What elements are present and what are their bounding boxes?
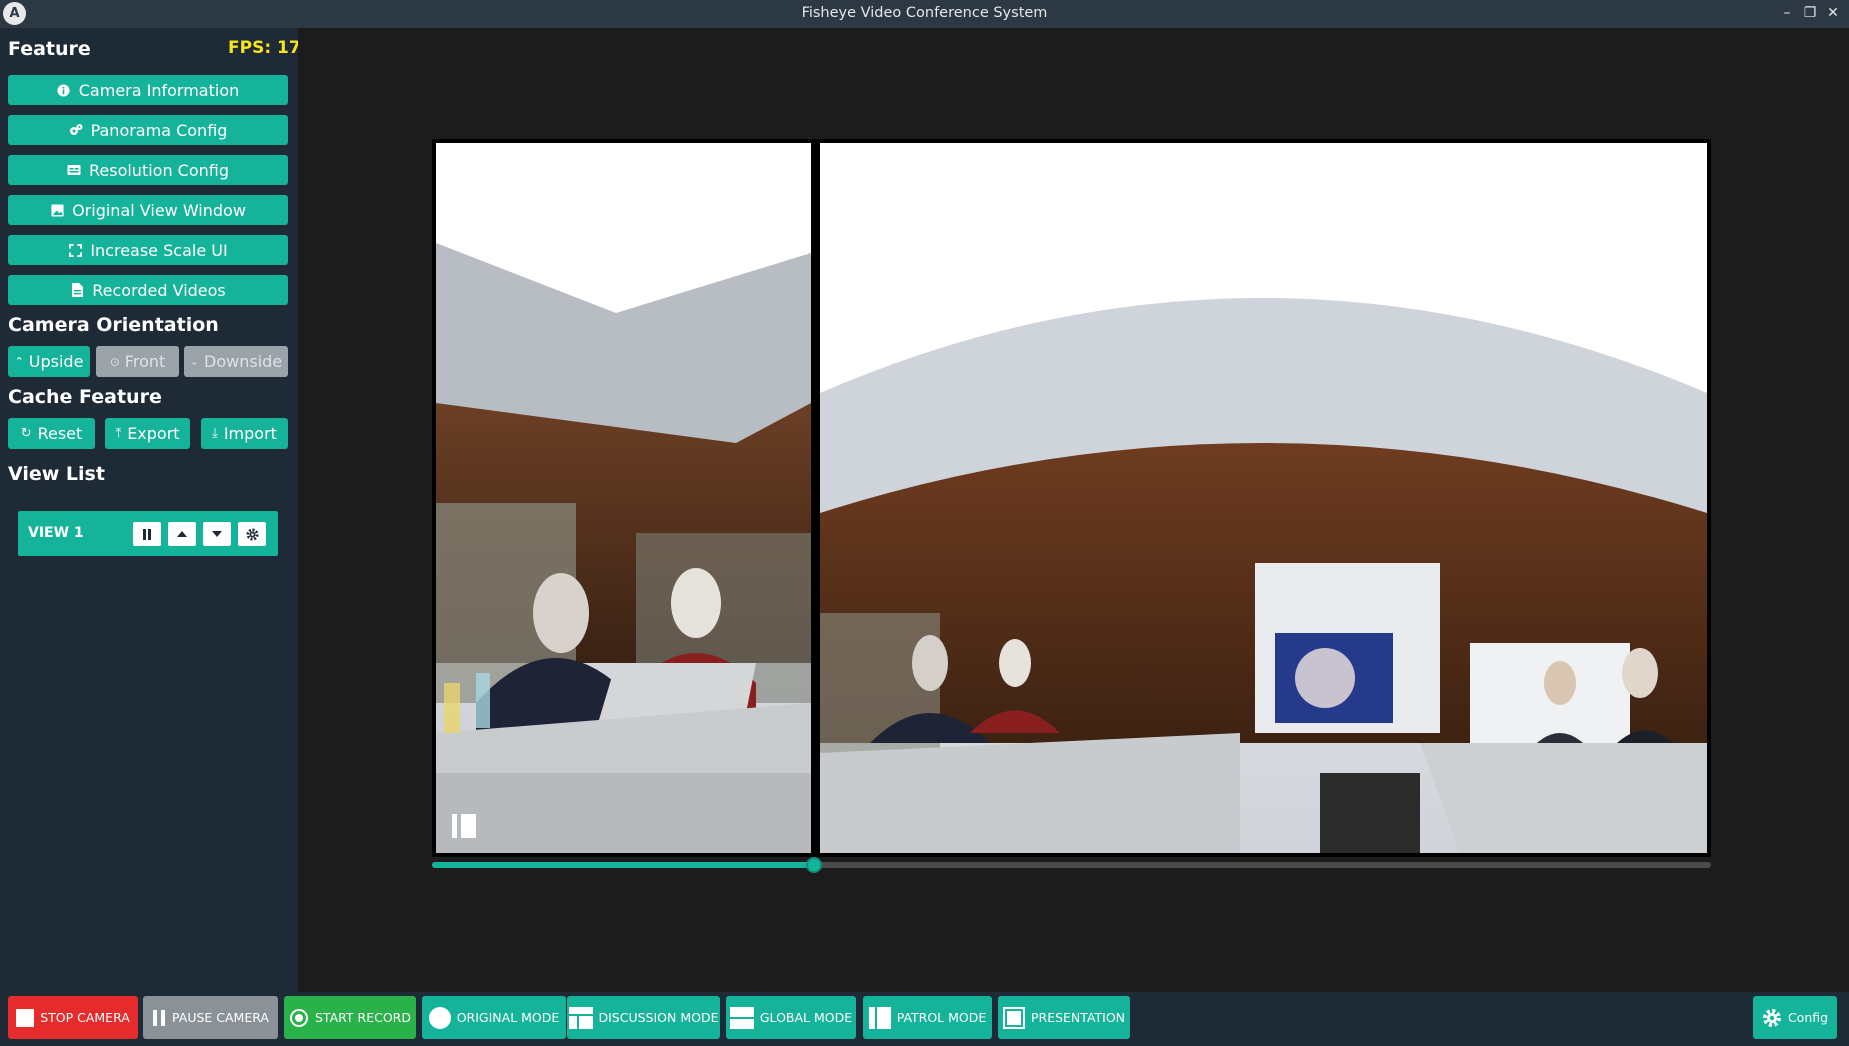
info-icon	[57, 83, 71, 97]
video-pane-right[interactable]	[820, 143, 1707, 853]
title-bar: A Fisheye Video Conference System – ❐ ✕	[0, 0, 1849, 28]
gear-icon	[1762, 1008, 1781, 1027]
refresh-icon: ↻	[20, 426, 32, 441]
window-title: Fisheye Video Conference System	[801, 5, 1048, 21]
caret-up-icon	[177, 531, 187, 537]
circle-icon: ⊙	[109, 354, 120, 369]
camera-information-label: Camera Information	[78, 80, 240, 100]
camera-orientation-title: Camera Orientation	[8, 314, 219, 336]
camera-information-button[interactable]: Camera Information	[8, 75, 288, 105]
presentation-button[interactable]: PRESENTATION	[998, 996, 1130, 1039]
patrol-layout-icon	[868, 1006, 891, 1029]
cache-reset-label: Reset	[37, 424, 83, 443]
stop-camera-label: STOP CAMERA	[40, 1010, 130, 1025]
cache-import-button[interactable]: ⤓ Import	[201, 418, 288, 449]
upload-icon: ⤒	[115, 426, 122, 441]
orientation-downside-label: Downside	[204, 352, 283, 371]
bottom-toolbar: STOP CAMERA PAUSE CAMERA START RECORD OR…	[0, 992, 1849, 1046]
cache-export-label: Export	[127, 424, 180, 443]
discussion-mode-label: DISCUSSION MODE	[598, 1010, 719, 1025]
orientation-downside-button[interactable]: ⌄ Downside	[184, 346, 288, 377]
pause-camera-label: PAUSE CAMERA	[172, 1010, 269, 1025]
resolution-config-label: Resolution Config	[88, 160, 230, 180]
pause-icon	[143, 528, 151, 540]
view-pause-button[interactable]	[133, 522, 161, 546]
orientation-upside-label: Upside	[28, 352, 84, 371]
original-view-window-label: Original View Window	[72, 200, 246, 220]
orientation-front-button[interactable]: ⊙ Front	[96, 346, 179, 377]
panorama-config-button[interactable]: Panorama Config	[8, 115, 288, 145]
cogs-icon	[69, 123, 83, 137]
video-progress-bar[interactable]	[432, 857, 1711, 873]
stop-camera-button[interactable]: STOP CAMERA	[8, 996, 138, 1039]
view-list-item[interactable]: VIEW 1	[18, 511, 278, 556]
video-frame	[432, 139, 1711, 857]
recorded-videos-button[interactable]: Recorded Videos	[8, 275, 288, 305]
feature-title: Feature	[8, 38, 91, 60]
view-list-title: View List	[8, 463, 105, 485]
config-button[interactable]: Config	[1753, 996, 1837, 1039]
download-icon: ⤓	[212, 426, 218, 441]
patrol-mode-label: PATROL MODE	[896, 1010, 987, 1025]
cache-import-label: Import	[223, 424, 277, 443]
view-move-up-button[interactable]	[168, 522, 196, 546]
increase-scale-ui-button[interactable]: Increase Scale UI	[8, 235, 288, 265]
presentation-label: PRESENTATION	[1030, 1010, 1126, 1025]
video-progress-fill	[432, 862, 815, 868]
chevron-up-icon: ⌃	[14, 355, 24, 368]
image-icon	[50, 203, 64, 217]
start-record-button[interactable]: START RECORD	[284, 996, 416, 1039]
pause-icon	[153, 1009, 166, 1026]
record-icon	[290, 1008, 308, 1027]
cache-reset-button[interactable]: ↻ Reset	[8, 418, 95, 449]
presentation-icon	[1002, 1006, 1025, 1029]
gear-icon	[245, 527, 259, 541]
caret-down-icon	[212, 531, 222, 537]
orientation-upside-button[interactable]: ⌃ Upside	[8, 346, 90, 377]
orientation-front-label: Front	[124, 352, 166, 371]
original-view-window-button[interactable]: Original View Window	[8, 195, 288, 225]
minimize-button[interactable]: –	[1776, 0, 1798, 28]
view-item-label: VIEW 1	[28, 525, 84, 541]
fps-counter: FPS: 17	[228, 38, 301, 58]
expand-icon	[68, 243, 82, 257]
original-mode-button[interactable]: ORIGINAL MODE	[422, 996, 566, 1039]
cache-feature-title: Cache Feature	[8, 386, 162, 408]
chevron-down-icon: ⌄	[189, 355, 200, 368]
screen-icon	[67, 163, 81, 177]
global-mode-label: GLOBAL MODE	[759, 1010, 853, 1025]
view-move-down-button[interactable]	[203, 522, 231, 546]
start-record-label: START RECORD	[315, 1010, 411, 1025]
view-settings-button[interactable]	[238, 522, 266, 546]
pause-camera-button[interactable]: PAUSE CAMERA	[143, 996, 278, 1039]
file-icon	[70, 283, 84, 297]
discussion-layout-icon	[568, 1006, 593, 1029]
video-pane-left[interactable]	[436, 143, 811, 853]
pane-pause-icon[interactable]	[452, 814, 476, 838]
patrol-mode-button[interactable]: PATROL MODE	[863, 996, 992, 1039]
discussion-mode-button[interactable]: DISCUSSION MODE	[567, 996, 720, 1039]
close-button[interactable]: ✕	[1822, 0, 1844, 28]
increase-scale-ui-label: Increase Scale UI	[90, 240, 228, 260]
restore-button[interactable]: ❐	[1799, 0, 1821, 28]
global-layout-icon	[729, 1006, 754, 1029]
original-mode-label: ORIGINAL MODE	[456, 1010, 560, 1025]
circle-mode-icon	[428, 1006, 451, 1029]
stop-icon	[16, 1008, 35, 1027]
recorded-videos-label: Recorded Videos	[92, 280, 226, 300]
panorama-config-label: Panorama Config	[90, 120, 228, 140]
resolution-config-button[interactable]: Resolution Config	[8, 155, 288, 185]
config-label: Config	[1787, 1010, 1829, 1025]
global-mode-button[interactable]: GLOBAL MODE	[726, 996, 856, 1039]
cache-export-button[interactable]: ⤒ Export	[105, 418, 190, 449]
